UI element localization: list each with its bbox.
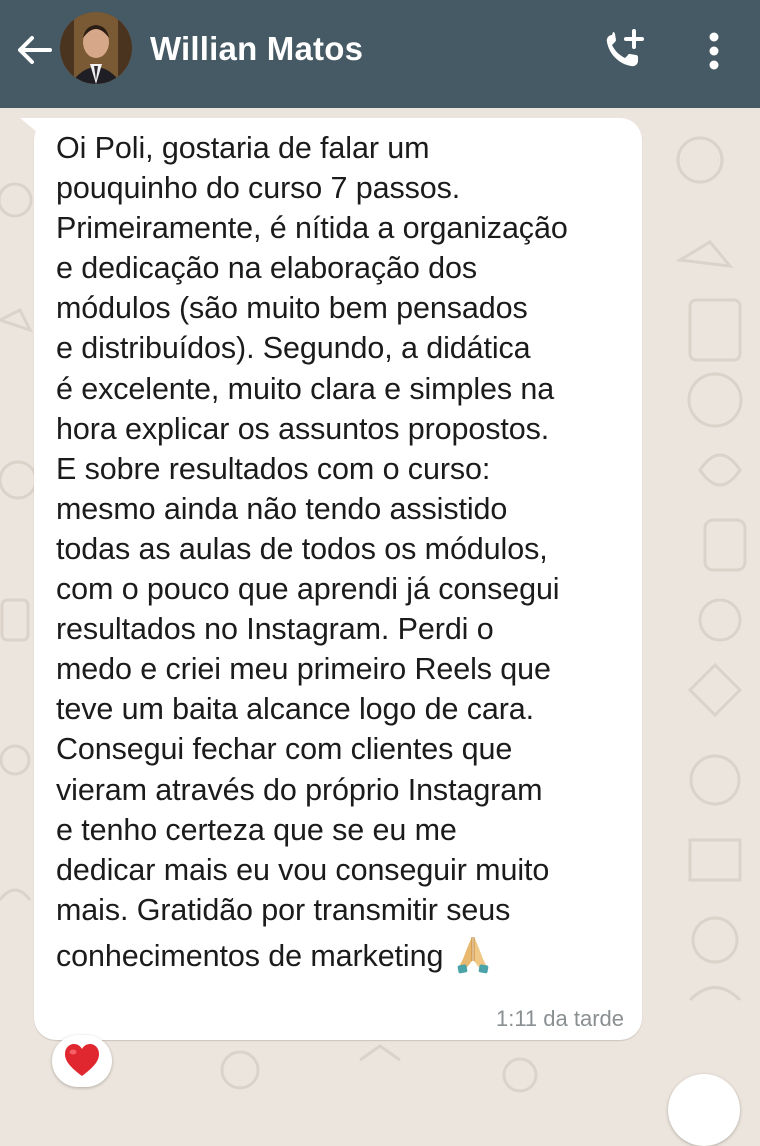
message-line: módulos (são muito bem pensados	[56, 291, 528, 326]
message-line: hora explicar os assuntos propostos.	[56, 411, 550, 446]
scroll-down-button[interactable]	[668, 1074, 740, 1146]
message-line: com o pouco que aprendi já consegui	[56, 572, 560, 607]
message-line-last: conhecimentos de marketing	[56, 934, 636, 978]
overflow-menu-button[interactable]	[700, 27, 728, 75]
message-line: pouquinho do curso 7 passos.	[56, 171, 461, 206]
message-line: e distribuídos). Segundo, a didática	[56, 331, 531, 366]
message-line: Primeiramente, é nítida a organização	[56, 211, 568, 246]
message-line: Consegui fechar com clientes que	[56, 732, 513, 767]
message-line: mais. Gratidão por transmitir seus	[56, 892, 511, 927]
add-call-icon	[606, 29, 644, 67]
message-line: mesmo ainda não tendo assistido	[56, 491, 508, 526]
add-call-button[interactable]	[600, 27, 648, 75]
praying-hands-icon	[458, 936, 489, 974]
message-line: E sobre resultados com o curso:	[56, 451, 491, 486]
message-line: é excelente, muito clara e simples na	[56, 371, 555, 406]
message-line: conhecimentos de marketing	[56, 938, 444, 973]
message-line: resultados no Instagram. Perdi o	[56, 612, 494, 647]
message-line: e dedicação na elaboração dos	[56, 251, 478, 286]
message-bubble[interactable]: Oi Poli, gostaria de falar um pouquinho …	[34, 118, 642, 1040]
message-line: vieram através do próprio Instagram	[56, 772, 543, 807]
message-text: Oi Poli, gostaria de falar um pouquinho …	[56, 128, 636, 978]
message-line: todas as aulas de todos os módulos,	[56, 531, 548, 566]
message-line: Oi Poli, gostaria de falar um	[56, 131, 430, 165]
avatar[interactable]	[60, 12, 132, 84]
red-heart-icon	[65, 1044, 99, 1076]
message-timestamp: 1:11 da tarde	[495, 1006, 624, 1031]
message-line: teve um baita alcance logo de cara.	[56, 692, 535, 727]
vertical-dots-icon	[709, 32, 719, 70]
arrow-left-icon	[18, 36, 52, 64]
contact-name[interactable]: Willian Matos	[150, 30, 363, 68]
reaction-badge[interactable]	[52, 1035, 112, 1087]
back-button[interactable]	[12, 28, 56, 72]
message-line: dedicar mais eu vou conseguir muito	[56, 852, 550, 887]
message-line: e tenho certeza que se eu me	[56, 812, 457, 847]
chat-header: Willian Matos	[0, 0, 760, 108]
message-line: medo e criei meu primeiro Reels que	[56, 652, 551, 687]
